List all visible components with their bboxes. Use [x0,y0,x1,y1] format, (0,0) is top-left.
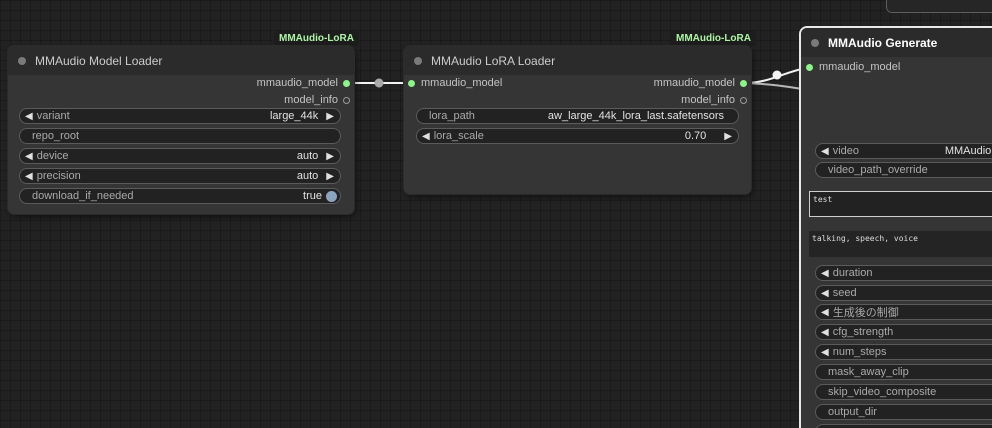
slot-label: mmaudio_model [421,77,503,89]
left-triangle-icon[interactable]: ◀ [821,347,829,358]
widget-label: 生成後の制御 [832,307,899,319]
node-mmaudio-lora-loader[interactable]: MMAudio LoRA Loader mmaudio_model mmaudi… [404,46,751,194]
widget-label: duration [832,267,873,279]
left-triangle-icon[interactable]: ◀ [821,268,829,279]
toggle-download-if-needed[interactable]: download_if_needed true [19,188,341,204]
widget-label: video_path_override [828,164,928,176]
widget-value: large_44k [269,110,319,122]
left-triangle-icon[interactable]: ◀ [25,111,33,122]
number-lora-scale[interactable]: ◀ lora_scale 0.70 ▶ [416,128,739,144]
output-slot-mmaudio-model[interactable]: mmaudio_model [547,75,747,91]
widget-label: repo_root [32,130,80,142]
node-title[interactable]: MMAudio LoRA Loader [404,46,751,75]
left-triangle-icon[interactable]: ◀ [821,146,829,157]
right-triangle-icon[interactable]: ▶ [724,131,732,142]
output-slot-model-info[interactable]: model_info [547,92,747,108]
combo-after-generate[interactable]: ◀ 生成後の制御 [815,304,992,320]
widget-label: mask_away_clip [828,366,909,378]
toolbar-panel-edge [886,0,992,13]
left-triangle-icon[interactable]: ◀ [422,131,430,142]
right-triangle-icon[interactable]: ▶ [326,111,334,122]
collapse-dot-icon[interactable] [414,56,422,65]
node-source-badge: MMAudio-LoRA [671,31,756,46]
collapse-dot-icon[interactable] [811,38,819,47]
combo-variant[interactable]: ◀ variant large_44k ▶ [19,108,341,124]
node-title-label: MMAudio LoRA Loader [431,53,556,68]
slot-label: mmaudio_model [653,77,735,89]
link-info-dangling [743,82,809,91]
widget-label: skip_video_composite [828,386,937,398]
widget-label: output_dir [828,406,877,418]
slot-empty-icon[interactable] [740,96,747,104]
widget-label: lora_path [429,110,475,122]
text-lora-path[interactable]: lora_path aw_large_44k_lora_last.safeten… [416,108,739,124]
right-triangle-icon[interactable]: ▶ [326,171,334,182]
number-duration[interactable]: ◀ duration [815,265,992,281]
text-repo-root[interactable]: repo_root [19,128,341,144]
node-title-label: MMAudio Model Loader [35,53,163,68]
output-slot-mmaudio-model[interactable]: mmaudio_model [150,75,350,91]
toggle-knob-icon[interactable] [326,190,337,202]
widget-label: device [36,150,69,162]
left-triangle-icon[interactable]: ◀ [821,307,829,318]
text-output-dir[interactable]: output_dir [815,404,992,420]
node-title-label: MMAudio Generate [828,35,938,50]
widget-value: auto [296,170,319,182]
node-mmaudio-generate[interactable]: MMAudio Generate mmaudio_model ◀ video M… [801,28,992,428]
collapse-dot-icon[interactable] [18,56,26,65]
widget-value: auto [296,150,319,162]
slot-connected-icon[interactable] [740,79,747,87]
combo-precision[interactable]: ◀ precision auto ▶ [19,168,341,184]
widget-label: cfg_strength [832,326,894,338]
widget-value: MMAudioF [944,145,992,157]
slot-connected-icon[interactable] [408,79,415,87]
node-title[interactable]: MMAudio Model Loader [8,46,354,75]
widget-partial[interactable] [815,424,992,428]
right-triangle-icon[interactable]: ▶ [326,151,334,162]
widget-label: num_steps [832,346,887,358]
slot-connected-icon[interactable] [343,79,350,87]
input-slot-mmaudio-model[interactable]: mmaudio_model [806,59,956,75]
left-triangle-icon[interactable]: ◀ [821,288,829,299]
widget-label: variant [36,110,70,122]
widget-value: 0.70 [684,130,707,142]
slot-label: model_info [681,94,735,106]
widget-value: true [303,190,322,202]
number-seed[interactable]: ◀ seed [815,285,992,301]
link-midpoint-handle [772,70,782,80]
output-slot-model-info[interactable]: model_info [150,92,350,108]
input-slot-mmaudio-model[interactable]: mmaudio_model [408,75,558,91]
slot-label: model_info [284,94,338,106]
widget-value: aw_large_44k_lora_last.safetensors [547,110,724,122]
text-video-path-override[interactable]: video_path_override [815,162,992,178]
widget-label: video [832,145,859,157]
widget-label: lora_scale [433,130,484,142]
slot-empty-icon[interactable] [343,96,350,104]
negative-prompt-textarea[interactable]: talking, speech, voice [809,231,992,257]
slot-label: mmaudio_model [256,77,338,89]
number-cfg-strength[interactable]: ◀ cfg_strength [815,324,992,340]
combo-device[interactable]: ◀ device auto ▶ [19,148,341,164]
combo-video[interactable]: ◀ video MMAudioF [815,143,992,159]
prompt-textarea[interactable]: test [809,191,992,217]
widget-label: seed [832,287,857,299]
left-triangle-icon[interactable]: ◀ [821,327,829,338]
left-triangle-icon[interactable]: ◀ [25,151,33,162]
link-midpoint-handle [374,78,384,88]
widget-label: download_if_needed [32,190,134,202]
widget-label: precision [36,170,81,182]
slot-label: mmaudio_model [819,61,901,73]
node-title[interactable]: MMAudio Generate [801,28,992,57]
number-num-steps[interactable]: ◀ num_steps [815,344,992,360]
node-source-badge: MMAudio-LoRA [274,31,359,46]
node-mmaudio-model-loader[interactable]: MMAudio Model Loader mmaudio_model model… [8,46,354,214]
toggle-mask-away-clip[interactable]: mask_away_clip [815,364,992,380]
slot-connected-icon[interactable] [806,63,813,71]
left-triangle-icon[interactable]: ◀ [25,171,33,182]
toggle-skip-video-composite[interactable]: skip_video_composite [815,384,992,400]
